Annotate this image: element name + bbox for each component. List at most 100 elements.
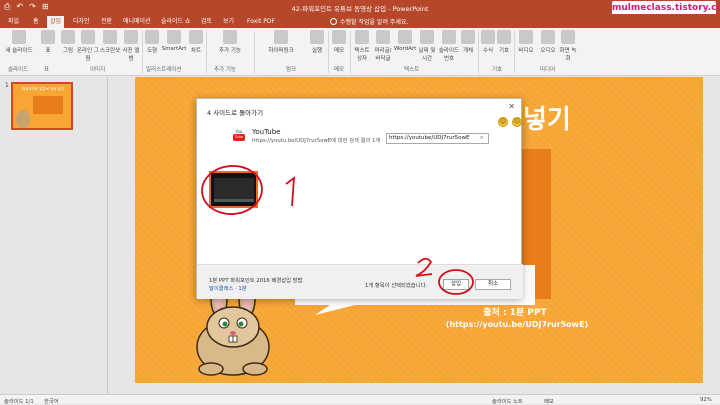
group-media-label: 미디어	[540, 67, 556, 73]
group-addins-label: 추가 기능	[214, 67, 236, 73]
ribbon-separator	[478, 31, 479, 73]
thumbnail-number: 1	[5, 82, 9, 89]
text-box-button[interactable]: 텍스트 상자	[352, 30, 372, 62]
online-picture-button[interactable]: 온라인 그림	[77, 30, 99, 62]
omega-icon	[497, 30, 511, 44]
date-time-button[interactable]: 날짜 및 시간	[416, 30, 438, 62]
online-picture-icon	[81, 30, 95, 44]
chart-button[interactable]: 차트	[188, 30, 204, 54]
group-slides-label: 슬라이드	[8, 67, 29, 73]
store-icon	[223, 30, 237, 44]
tab-view[interactable]: 보기	[220, 16, 237, 28]
group-images-label: 이미지	[90, 67, 106, 73]
provider-name: YouTube	[252, 128, 281, 136]
ribbon-tabs: 파일 홈 삽입 디자인 전환 애니메이션 슬라이드 쇼 검토 보기 Foxit …	[0, 14, 720, 28]
chart-icon	[189, 30, 203, 44]
ribbon-separator	[142, 31, 143, 73]
tell-me-label: 수행할 작업을 알려 주세요.	[340, 19, 409, 26]
group-table-label: 표	[44, 67, 50, 73]
thumbnail-box	[33, 96, 63, 114]
group-text-label: 텍스트	[404, 67, 420, 73]
screenshot-icon	[103, 30, 117, 44]
screen-recording-icon	[561, 30, 575, 44]
slide-source-text[interactable]: 출처 : 1분 PPT	[435, 305, 595, 318]
new-slide-button[interactable]: 새 슬라이드	[2, 30, 36, 54]
selection-status: 1개 항목이 선택되었습니다.	[365, 283, 428, 289]
ribbon-separator	[206, 31, 207, 73]
action-button[interactable]: 실행	[308, 30, 326, 54]
table-icon	[41, 30, 55, 44]
equation-button[interactable]: 수식	[480, 30, 496, 54]
pi-icon	[481, 30, 495, 44]
ribbon-separator	[328, 31, 329, 73]
ribbon: 새 슬라이드 표 그림 온라인 그림 스크린샷 사진 앨범 도형 SmartAr…	[0, 28, 720, 76]
thumbnail-rabbit-image	[16, 110, 30, 128]
text-box-icon	[355, 30, 369, 44]
tab-insert[interactable]: 삽입	[47, 16, 65, 28]
picture-button[interactable]: 그림	[60, 30, 76, 54]
tab-file[interactable]: 파일	[5, 16, 22, 28]
action-icon	[310, 30, 324, 44]
insert-video-dialog: 4 사이드로 돌아가기 ✕ ☺ ☹ You Tube YouTube https…	[196, 98, 523, 299]
date-time-icon	[420, 30, 434, 44]
video-channel-link[interactable]: 말이클래스 · 1분	[209, 284, 247, 292]
header-footer-icon	[376, 30, 390, 44]
tab-review[interactable]: 검토	[198, 16, 215, 28]
add-ins-button[interactable]: 추가 기능	[208, 30, 252, 54]
smartart-button[interactable]: SmartArt	[160, 30, 188, 52]
group-illustrations-label: 일러스트레이션	[146, 67, 182, 73]
picture-icon	[61, 30, 75, 44]
search-icon[interactable]: ⌕	[480, 134, 489, 143]
lightbulb-icon	[330, 18, 337, 25]
tab-foxit-pdf[interactable]: Foxit PDF	[244, 16, 278, 28]
header-footer-button[interactable]: 머리글/바닥글	[372, 30, 394, 62]
comment-icon	[332, 30, 346, 44]
insert-button[interactable]: 삽입	[443, 279, 469, 290]
hyperlink-icon	[274, 30, 288, 44]
cancel-button[interactable]: 취소	[475, 279, 511, 290]
tab-animations[interactable]: 애니메이션	[120, 16, 154, 28]
zoom-level[interactable]: 92%	[700, 397, 712, 403]
video-title-text: 1분 PPT 파워포인트 2016 배경삽입 방법	[209, 278, 303, 284]
new-slide-icon	[12, 30, 26, 44]
group-links-label: 링크	[286, 67, 297, 73]
search-input[interactable]: https://youtube/UDJ7rur5owE	[386, 133, 489, 144]
table-button[interactable]: 표	[40, 30, 56, 54]
object-icon	[461, 30, 475, 44]
photo-album-icon	[124, 30, 138, 44]
youtube-logo-bottom: Tube	[233, 134, 245, 141]
slide-number-button[interactable]: 슬라이드 번호	[438, 30, 460, 62]
ribbon-separator	[254, 31, 255, 73]
tab-design[interactable]: 디자인	[70, 16, 93, 28]
wordart-button[interactable]: WordArt	[394, 30, 416, 52]
shapes-button[interactable]: 도형	[144, 30, 160, 54]
group-comments-label: 메모	[334, 67, 345, 73]
slide-thumbnail[interactable]: 파워포인트 유튜브 영상 넣기	[11, 82, 73, 130]
watermark-logo: mulmeclass.tistory.com	[612, 1, 720, 15]
video-button[interactable]: 비디오	[516, 30, 536, 54]
tab-home[interactable]: 홈	[30, 16, 42, 28]
dialog-back-link[interactable]: 4 사이드로 돌아가기	[207, 107, 263, 117]
smartart-icon	[167, 30, 181, 44]
ribbon-separator	[350, 31, 351, 73]
frown-feedback-icon[interactable]: ☹	[512, 117, 522, 127]
slide-url-text[interactable]: (https://youtu.be/UDJ7rur5owE)	[397, 320, 637, 329]
close-icon[interactable]: ✕	[508, 102, 515, 111]
tab-slideshow[interactable]: 슬라이드 쇼	[158, 16, 194, 28]
tab-transitions[interactable]: 전환	[98, 16, 115, 28]
audio-button[interactable]: 오디오	[538, 30, 558, 54]
thumbnail-title: 파워포인트 유튜브 영상 넣기	[22, 87, 64, 91]
video-result-thumbnail[interactable]	[209, 171, 258, 208]
photo-album-button[interactable]: 사진 앨범	[121, 30, 141, 62]
object-button[interactable]: 개체	[460, 30, 476, 54]
slide-title[interactable]: 넣기	[523, 99, 571, 136]
symbol-button[interactable]: 기호	[496, 30, 512, 54]
group-symbols-label: 기호	[492, 67, 503, 73]
screen-recording-button[interactable]: 화면 녹화	[558, 30, 578, 62]
tell-me-box[interactable]: 수행할 작업을 알려 주세요.	[330, 17, 408, 26]
hyperlink-button[interactable]: 하이퍼링크	[256, 30, 306, 54]
screenshot-button[interactable]: 스크린샷	[99, 30, 121, 54]
comment-button[interactable]: 메모	[330, 30, 348, 54]
search-result-summary: https://youtu.be/UDJ7rur5owE에 대한 검색 결과 1…	[252, 138, 381, 144]
smile-feedback-icon[interactable]: ☺	[498, 117, 508, 127]
